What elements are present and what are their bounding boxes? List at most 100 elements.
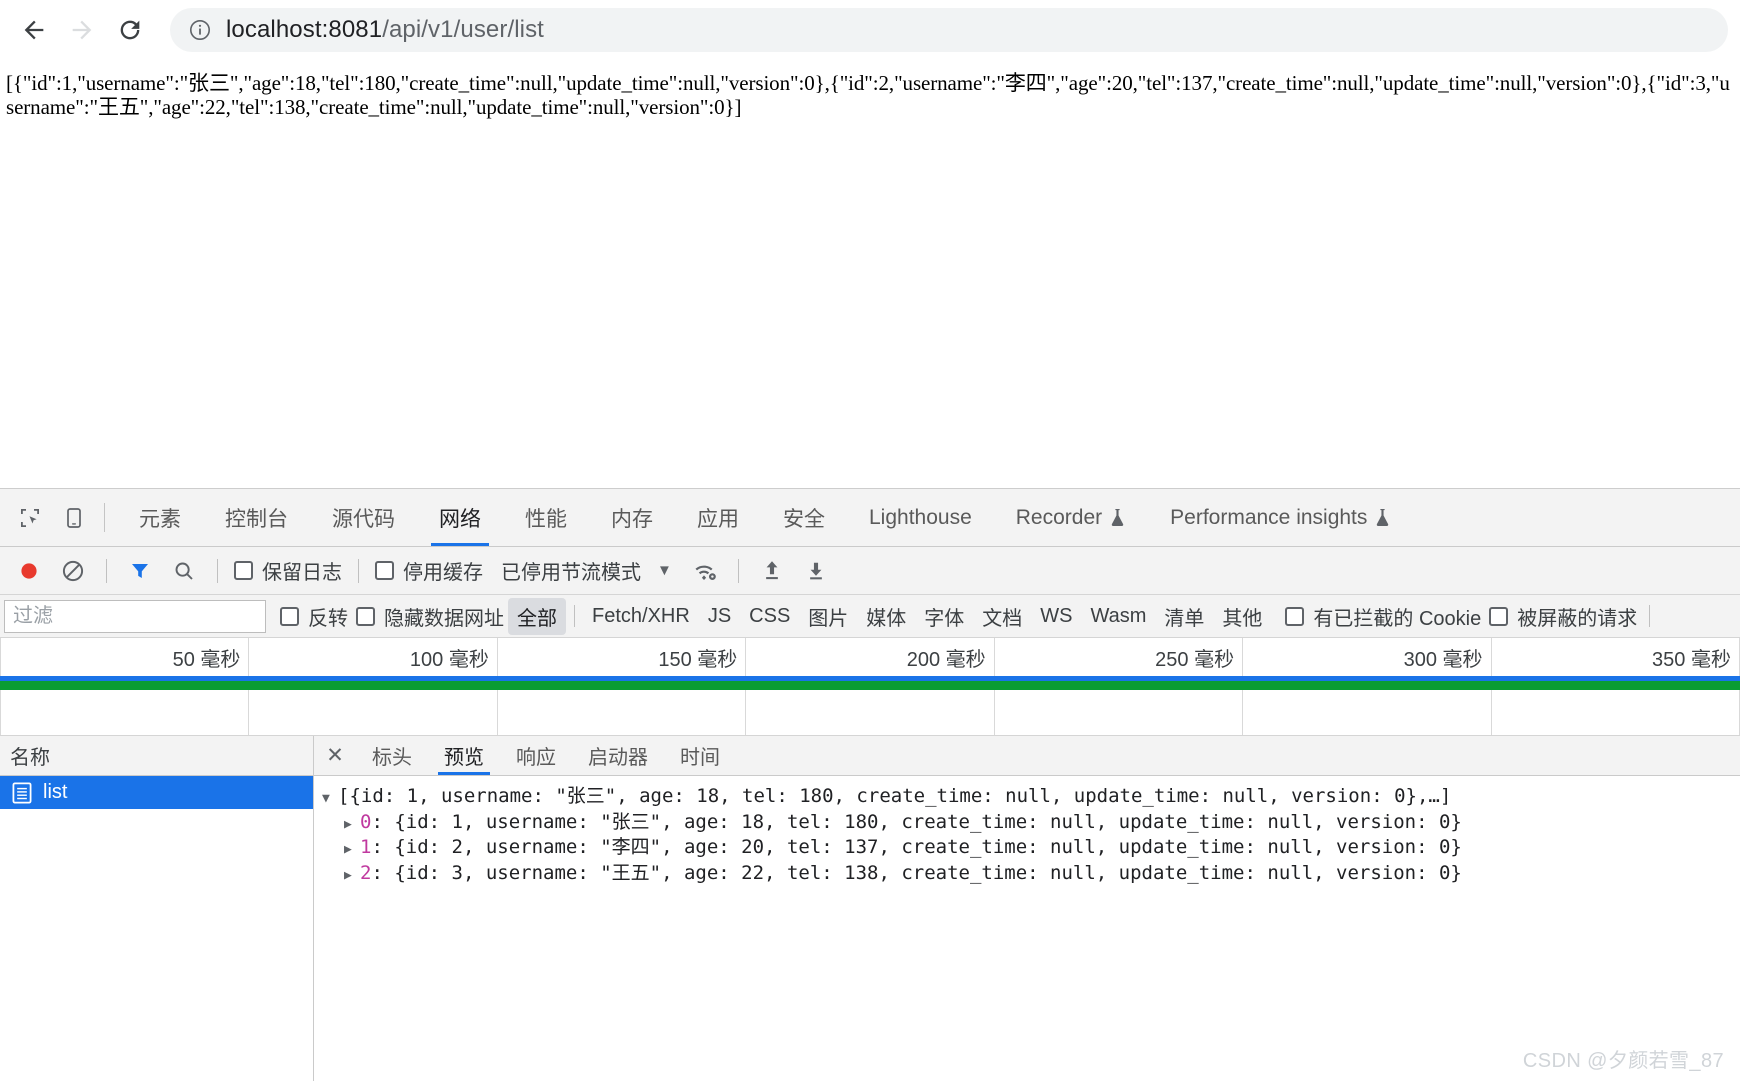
overview-tick: 350 毫秒 xyxy=(1492,638,1740,676)
blocked-cookies-checkbox[interactable]: 有已拦截的 Cookie xyxy=(1281,602,1485,631)
network-conditions-button[interactable] xyxy=(684,551,726,591)
type-filter-manifest[interactable]: 清单 xyxy=(1155,598,1213,635)
type-filter-media[interactable]: 媒体 xyxy=(857,598,915,635)
network-toolbar: 保留日志 停用缓存 已停用节流模式 ▼ xyxy=(0,547,1740,595)
overview-tick: 300 毫秒 xyxy=(1243,638,1492,676)
wifi-settings-icon xyxy=(695,565,716,580)
document-icon xyxy=(12,781,32,804)
checkbox-box xyxy=(356,606,375,626)
address-bar[interactable]: localhost:8081/api/v1/user/list xyxy=(170,8,1728,52)
type-filter-other[interactable]: 其他 xyxy=(1213,598,1271,635)
expand-triangle-icon[interactable]: ▶ xyxy=(344,816,360,834)
reload-button[interactable] xyxy=(108,8,152,52)
tab-performance[interactable]: 性能 xyxy=(503,489,589,546)
type-filter-img[interactable]: 图片 xyxy=(799,598,857,635)
network-overview[interactable]: 50 毫秒 100 毫秒 150 毫秒 200 毫秒 250 毫秒 300 毫秒… xyxy=(0,638,1740,736)
type-filter-css[interactable]: CSS xyxy=(740,601,799,632)
forward-button[interactable] xyxy=(60,8,104,52)
tab-memory[interactable]: 内存 xyxy=(589,489,675,546)
request-row-list[interactable]: list xyxy=(0,776,313,809)
detail-tab-response[interactable]: 响应 xyxy=(500,736,572,775)
clear-button[interactable] xyxy=(52,551,94,591)
overview-tick: 100 毫秒 xyxy=(249,638,498,676)
json-item-index: 1 xyxy=(360,836,372,859)
type-filter-ws[interactable]: WS xyxy=(1031,601,1081,632)
record-button[interactable] xyxy=(8,551,50,591)
tab-security[interactable]: 安全 xyxy=(761,489,847,546)
expand-triangle-icon[interactable]: ▶ xyxy=(344,867,360,885)
clear-icon xyxy=(62,560,84,581)
throttling-select[interactable]: 已停用节流模式 xyxy=(501,556,641,585)
search-button[interactable] xyxy=(163,551,205,591)
hide-data-urls-checkbox[interactable]: 隐藏数据网址 xyxy=(352,602,508,631)
type-filter-wasm[interactable]: Wasm xyxy=(1082,601,1156,632)
request-list: 名称 list xyxy=(0,736,314,1081)
toggle-device-toolbar-button[interactable] xyxy=(52,489,96,546)
tab-label: Performance insights xyxy=(1170,505,1368,529)
column-header-name: 名称 xyxy=(10,747,50,769)
overview-tick: 250 毫秒 xyxy=(995,638,1244,676)
export-har-button[interactable] xyxy=(795,551,837,591)
watermark: CSDN @夕颜若雪_87 xyxy=(1522,1050,1724,1072)
browser-toolbar: localhost:8081/api/v1/user/list xyxy=(0,0,1740,60)
filter-toggle-button[interactable] xyxy=(119,551,161,591)
filter-icon xyxy=(132,563,148,578)
tab-elements[interactable]: 元素 xyxy=(117,489,203,546)
detail-tab-label: 预览 xyxy=(444,747,484,769)
filter-input[interactable] xyxy=(4,599,266,633)
arrow-left-icon xyxy=(24,20,44,40)
type-filter-font[interactable]: 字体 xyxy=(915,598,973,635)
filter-divider xyxy=(1649,605,1651,627)
json-tree-root[interactable]: ▼ [{id: 1, username: "张三", age: 18, tel:… xyxy=(322,784,1740,810)
chevron-down-icon[interactable]: ▼ xyxy=(657,562,672,579)
tab-network[interactable]: 网络 xyxy=(417,489,503,546)
close-detail-button[interactable]: ✕ xyxy=(314,736,356,775)
json-tree-item[interactable]: ▶ 1 : {id: 2, username: "李四", age: 20, t… xyxy=(322,835,1740,861)
tab-sources[interactable]: 源代码 xyxy=(310,489,417,546)
preserve-log-checkbox[interactable]: 保留日志 xyxy=(230,556,346,585)
checkbox-box xyxy=(280,606,299,626)
tab-label: 性能 xyxy=(525,507,567,531)
type-filter-fetch-xhr[interactable]: Fetch/XHR xyxy=(583,601,699,632)
tab-application[interactable]: 应用 xyxy=(675,489,761,546)
detail-tab-timing[interactable]: 时间 xyxy=(664,736,736,775)
tab-recorder[interactable]: Recorder xyxy=(994,489,1148,546)
site-info-icon[interactable] xyxy=(188,18,212,42)
type-filter-js[interactable]: JS xyxy=(699,601,740,632)
request-detail-tabbar: ✕ 标头 预览 响应 启动器 时间 xyxy=(314,736,1740,776)
import-har-button[interactable] xyxy=(751,551,793,591)
request-detail-pane: ✕ 标头 预览 响应 启动器 时间 ▼ [{id: 1, username: "… xyxy=(314,736,1740,1081)
blocked-requests-checkbox[interactable]: 被屏蔽的请求 xyxy=(1485,602,1641,631)
preview-json-tree: ▼ [{id: 1, username: "张三", age: 18, tel:… xyxy=(314,776,1740,1081)
overview-tick: 150 毫秒 xyxy=(498,638,747,676)
back-button[interactable] xyxy=(12,8,56,52)
tab-lighthouse[interactable]: Lighthouse xyxy=(847,489,994,546)
devtools-tabbar: 元素 控制台 源代码 网络 性能 内存 应用 安全 Lighthouse Rec… xyxy=(0,489,1740,547)
toolbar-divider xyxy=(104,503,105,532)
detail-tab-initiator[interactable]: 启动器 xyxy=(572,736,664,775)
type-filter-doc[interactable]: 文档 xyxy=(973,598,1031,635)
raw-json-response: [{"id":1,"username":"张三","age":18,"tel":… xyxy=(6,71,1730,119)
type-filter-all[interactable]: 全部 xyxy=(508,597,566,635)
detail-tab-preview[interactable]: 预览 xyxy=(428,736,500,775)
disable-cache-checkbox[interactable]: 停用缓存 xyxy=(371,556,487,585)
inspect-element-button[interactable] xyxy=(8,489,52,546)
overview-gridlines xyxy=(0,690,1740,735)
toolbar-divider xyxy=(737,558,739,583)
request-name: list xyxy=(43,781,68,803)
beaker-icon xyxy=(1109,508,1126,527)
invert-checkbox[interactable]: 反转 xyxy=(276,602,352,631)
devtools-panel: 元素 控制台 源代码 网络 性能 内存 应用 安全 Lighthouse Rec… xyxy=(0,488,1740,1081)
blocked-requests-label: 被屏蔽的请求 xyxy=(1517,607,1638,630)
tab-console[interactable]: 控制台 xyxy=(203,489,310,546)
expand-triangle-icon[interactable]: ▼ xyxy=(322,790,338,808)
detail-tab-headers[interactable]: 标头 xyxy=(356,736,428,775)
page-viewport: [{"id":1,"username":"张三","age":18,"tel":… xyxy=(0,60,1740,475)
json-tree-item[interactable]: ▶ 0 : {id: 1, username: "张三", age: 18, t… xyxy=(322,810,1740,836)
tab-performance-insights[interactable]: Performance insights xyxy=(1148,489,1413,546)
tab-label: 应用 xyxy=(697,507,739,531)
expand-triangle-icon[interactable]: ▶ xyxy=(344,841,360,859)
preserve-log-label: 保留日志 xyxy=(262,562,342,584)
json-tree-item[interactable]: ▶ 2 : {id: 3, username: "王五", age: 22, t… xyxy=(322,861,1740,887)
tab-label: 源代码 xyxy=(332,507,395,531)
